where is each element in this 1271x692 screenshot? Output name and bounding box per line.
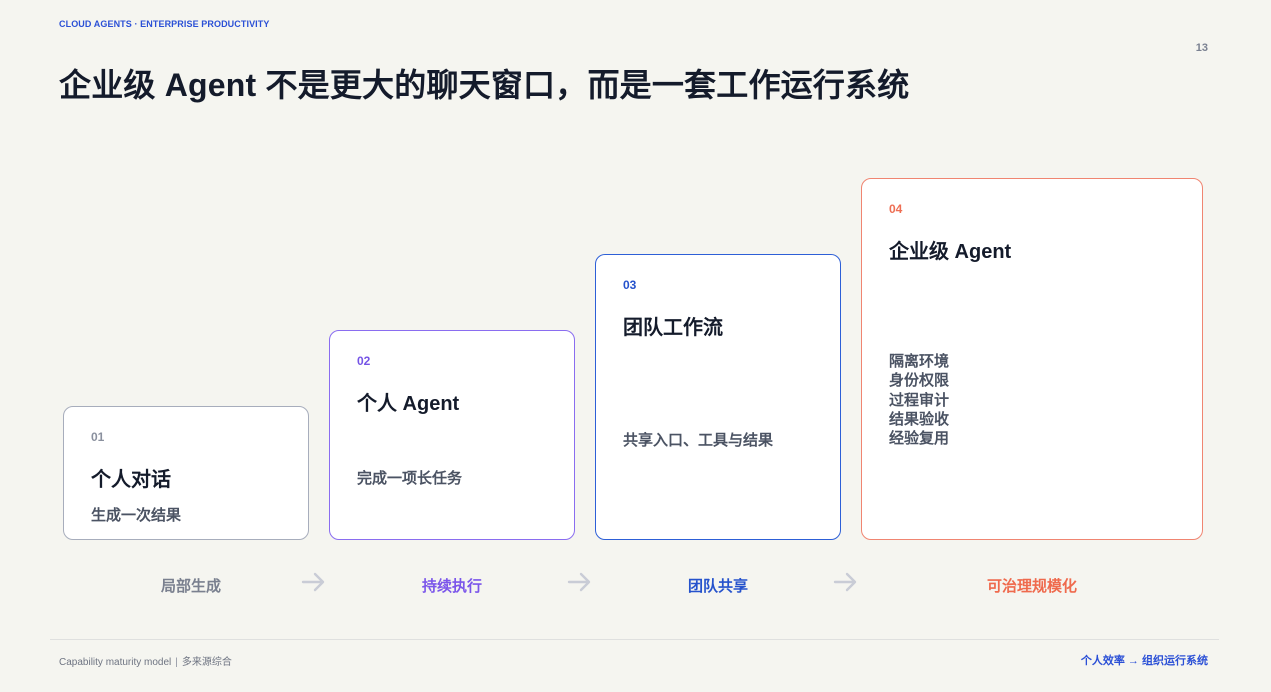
slide-title: 企业级 Agent 不是更大的聊天窗口，而是一套工作运行系统 <box>59 67 910 103</box>
card-number: 01 <box>91 430 105 444</box>
list-item: 隔离环境 <box>889 353 950 370</box>
list-item: 身份权限 <box>889 372 950 390</box>
footer-source-label: Capability maturity model <box>59 657 172 668</box>
list-item: 经验复用 <box>889 430 950 448</box>
capability-list: 隔离环境 身份权限 过程审计 结果验收 经验复用 <box>889 352 949 448</box>
stage-label-continuous-execution: 持续执行 <box>421 578 482 595</box>
arrow-right-icon <box>833 572 857 592</box>
stage-label-local-generation: 局部生成 <box>160 578 221 595</box>
kicker-label: CLOUD AGENTS · ENTERPRISE PRODUCTIVITY <box>59 19 270 29</box>
stage-label-team-sharing: 团队共享 <box>687 578 748 595</box>
arrow-right-icon <box>567 572 591 592</box>
list-item: 过程审计 <box>889 391 950 409</box>
card-number: 04 <box>889 202 903 216</box>
card-title: 企业级 Agent <box>889 241 1012 263</box>
card-description: 共享入口、工具与结果 <box>623 432 774 449</box>
stage-label-governed-scale: 可治理规模化 <box>986 578 1077 595</box>
page-number: 13 <box>1195 42 1208 54</box>
card-personal-agent: 02 个人 Agent 完成一项长任务 <box>329 330 575 540</box>
card-number: 03 <box>623 278 637 292</box>
footer-source-note: 多来源综合 <box>181 657 232 668</box>
footer-divider <box>50 639 1219 640</box>
footer-separator: | <box>175 657 178 668</box>
footer-tagline: 个人效率 → 组织运行系统 <box>1080 655 1208 667</box>
card-personal-chat: 01 个人对话 生成一次结果 <box>63 406 309 540</box>
card-description: 生成一次结果 <box>91 507 182 524</box>
card-enterprise-agent: 04 企业级 Agent 隔离环境 身份权限 过程审计 结果验收 经验复用 <box>861 178 1203 540</box>
arrow-right-icon <box>301 572 325 592</box>
card-team-workflow: 03 团队工作流 共享入口、工具与结果 <box>595 254 841 540</box>
card-title: 个人 Agent <box>357 393 460 415</box>
footer-source: Capability maturity model | 多来源综合 <box>59 653 232 668</box>
card-number: 02 <box>357 354 371 368</box>
list-item: 结果验收 <box>889 410 950 428</box>
card-title: 个人对话 <box>91 469 171 491</box>
card-description: 完成一项长任务 <box>357 470 463 487</box>
card-title: 团队工作流 <box>623 317 723 339</box>
